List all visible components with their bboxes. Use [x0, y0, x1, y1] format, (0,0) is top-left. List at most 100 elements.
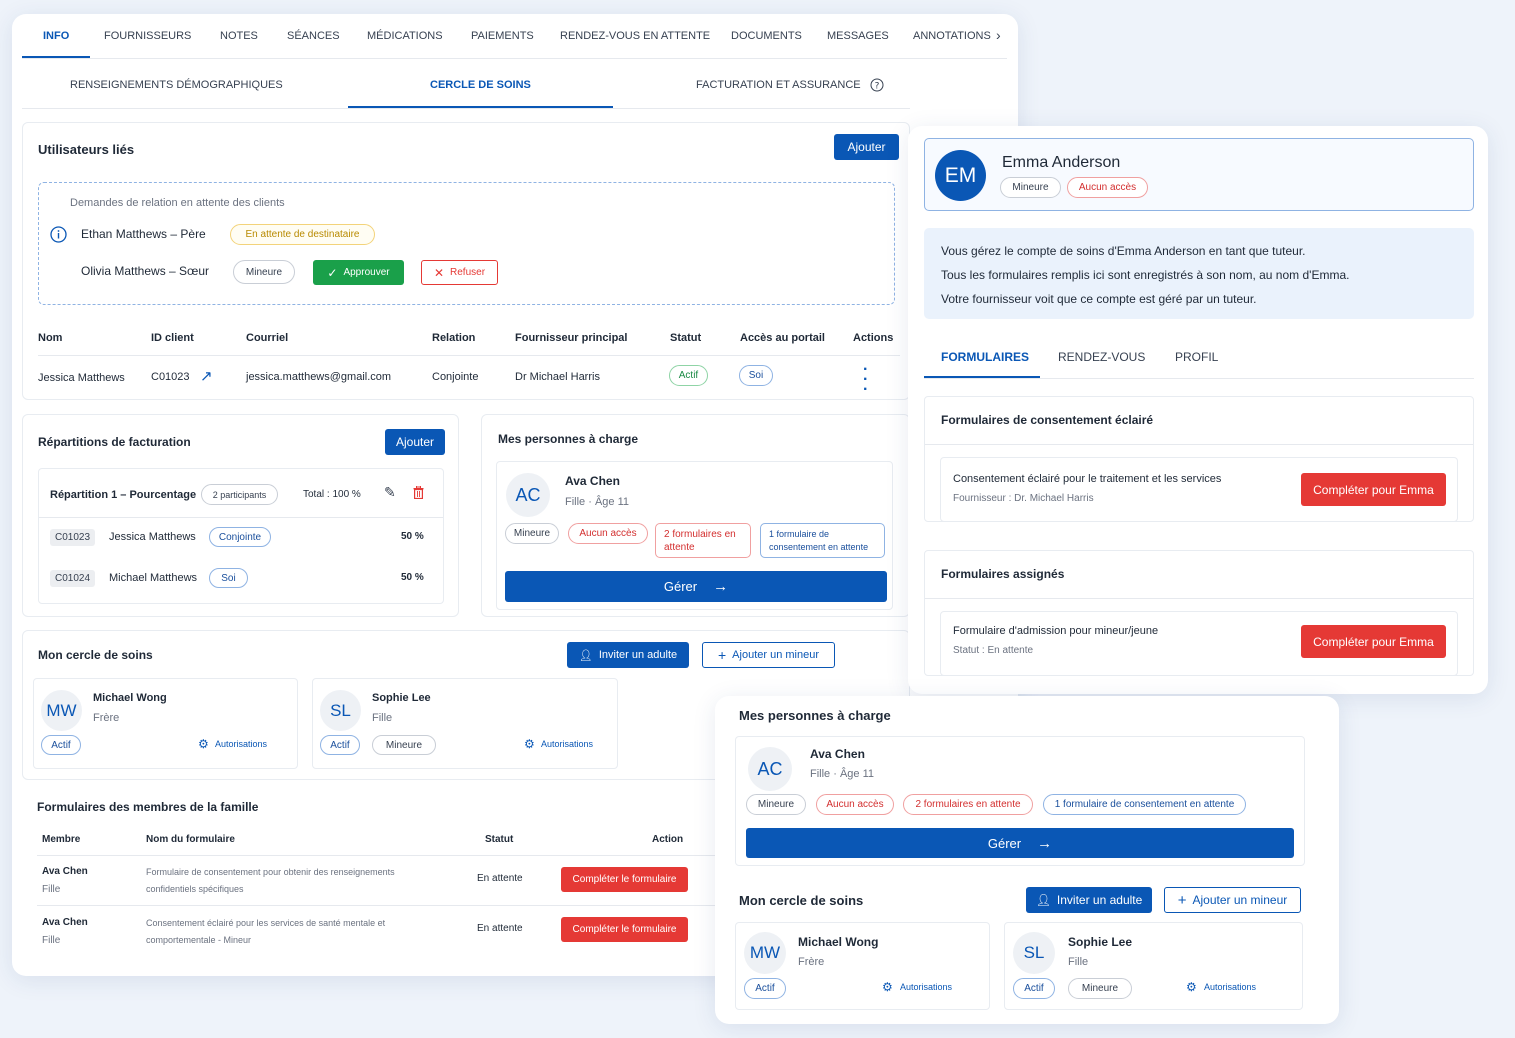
manage-button[interactable]: Gérer → — [746, 828, 1294, 858]
invite-adult-button[interactable]: 👤︎ Inviter un adulte — [1026, 887, 1152, 913]
approve-label: Approuver — [343, 267, 390, 278]
svg-text:?: ? — [875, 82, 880, 92]
section-title: Répartitions de facturation — [38, 435, 191, 449]
pending-requests-box: Demandes de relation en attente des clie… — [38, 182, 895, 305]
divider — [37, 855, 717, 856]
minor-badge: Mineure — [233, 260, 295, 284]
consent-forms-section: Formulaires de consentement éclairé Cons… — [924, 396, 1474, 522]
permissions-link[interactable]: Autorisations — [215, 739, 267, 749]
invite-adult-button[interactable]: 👤︎ Inviter un adulte — [567, 642, 689, 668]
split-title: Répartition 1 – Pourcentage — [50, 489, 197, 501]
avatar: AC — [748, 747, 792, 791]
split-name: Michael Matthews — [109, 572, 198, 584]
gear-icon[interactable]: ⚙ — [882, 980, 893, 994]
divider — [39, 517, 443, 518]
complete-for-emma-button[interactable]: Compléter pour Emma — [1301, 625, 1446, 658]
assigned-forms-section: Formulaires assignés Formulaire d'admiss… — [924, 550, 1474, 676]
gear-icon[interactable]: ⚙ — [524, 737, 535, 751]
cell-name: Jessica Matthews — [38, 372, 125, 384]
form-name: Formulaire de consentement pour obtenir … — [146, 867, 395, 877]
tab-appointments[interactable]: RENDEZ-VOUS — [1058, 350, 1145, 364]
tab-profile[interactable]: PROFIL — [1175, 350, 1218, 364]
person-card: MW Michael Wong Frère Actif ⚙ Autorisati… — [33, 678, 298, 769]
no-access-badge: Aucun accès — [568, 523, 648, 544]
emma-panel: EM Emma Anderson Mineure Aucun accès Vou… — [908, 126, 1488, 694]
linked-users-card: Utilisateurs liés Ajouter Demandes de re… — [22, 122, 910, 400]
person-name: Michael Wong — [798, 935, 879, 949]
minor-badge: Mineure — [746, 794, 806, 815]
tab-annotations[interactable]: ANNOTATIONS — [913, 30, 991, 42]
cell-id: C01023 — [151, 371, 190, 383]
client-id-tag: C01023 — [50, 529, 96, 546]
reject-button[interactable]: ✕ Refuser — [421, 260, 498, 285]
form-member: Ava Chen — [42, 917, 88, 928]
complete-form-button[interactable]: Compléter le formulaire — [561, 867, 688, 892]
external-link-icon[interactable]: ↗ — [200, 367, 213, 385]
tab-paiements[interactable]: PAIEMENTS — [471, 30, 534, 42]
form-name: comportementale - Mineur — [146, 935, 252, 945]
permissions-link[interactable]: Autorisations — [541, 739, 593, 749]
pencil-icon[interactable]: ✎ — [384, 484, 396, 501]
add-billing-split-button[interactable]: Ajouter — [385, 429, 445, 455]
complete-form-button[interactable]: Compléter le formulaire — [561, 917, 688, 942]
chevron-right-icon[interactable]: › — [996, 27, 1001, 43]
section-title: Mes personnes à charge — [739, 708, 891, 723]
person-card: MW Michael Wong Frère Actif ⚙ Autorisati… — [735, 922, 990, 1010]
approve-button[interactable]: ✓ Approuver — [313, 260, 404, 285]
dependents-panel: Mes personnes à charge AC Ava Chen Fille… — [715, 696, 1339, 1024]
col-header: Actions — [853, 332, 894, 344]
tab-fournisseurs[interactable]: FOURNISSEURS — [104, 30, 191, 42]
subtab-billing[interactable]: FACTURATION ET ASSURANCE — [696, 79, 861, 91]
form-member-rel: Fille — [42, 884, 61, 895]
col-header: Accès au portail — [740, 332, 825, 344]
dependent-sub: Fille · Âge 11 — [565, 496, 629, 508]
user-plus-icon: 👤︎ — [578, 649, 593, 662]
help-icon[interactable]: ? — [870, 78, 884, 92]
minor-badge: Mineure — [1000, 177, 1061, 198]
add-linked-user-button[interactable]: Ajouter — [834, 134, 899, 160]
info-line: Vous gérez le compte de soins d'Emma And… — [941, 244, 1306, 258]
person-name: Michael Wong — [93, 692, 167, 704]
form-item: Consentement éclairé pour le traitement … — [940, 457, 1458, 522]
gear-icon[interactable]: ⚙ — [198, 737, 209, 751]
more-actions-icon[interactable]: · · · — [863, 362, 868, 398]
divider — [22, 108, 910, 109]
arrow-right-icon: → — [713, 578, 729, 595]
col-header: ID client — [151, 332, 194, 344]
tab-info[interactable]: INFO — [43, 30, 69, 42]
col-header: Action — [652, 834, 684, 845]
subtab-care-circle[interactable]: CERCLE DE SOINS — [430, 79, 531, 91]
person-card: SL Sophie Lee Fille Actif Mineure ⚙ Auto… — [1004, 922, 1303, 1010]
tab-messages[interactable]: MESSAGES — [827, 30, 889, 42]
tab-notes[interactable]: NOTES — [220, 30, 258, 42]
reject-label: Refuser — [450, 267, 486, 278]
form-status: Statut : En attente — [953, 645, 1034, 656]
add-minor-button[interactable]: + Ajouter un mineur — [702, 642, 835, 668]
tab-rendez-vous-en-attente[interactable]: RENDEZ-VOUS EN ATTENTE — [560, 30, 710, 42]
form-item: Formulaire d'admission pour mineur/jeune… — [940, 611, 1458, 676]
arrow-right-icon: → — [1037, 834, 1053, 852]
portal-badge: Soi — [739, 365, 773, 386]
person-relation: Fille — [1068, 956, 1089, 968]
dependent-sub: Fille · Âge 11 — [810, 768, 874, 780]
tab-documents[interactable]: DOCUMENTS — [731, 30, 802, 42]
subtab-demographics[interactable]: RENSEIGNEMENTS DÉMOGRAPHIQUES — [70, 79, 283, 91]
tab-seances[interactable]: SÉANCES — [287, 30, 340, 42]
complete-for-emma-button[interactable]: Compléter pour Emma — [1301, 473, 1446, 506]
profile-name: Emma Anderson — [1002, 154, 1121, 171]
add-minor-button[interactable]: + Ajouter un mineur — [1164, 887, 1301, 913]
divider — [925, 444, 1473, 445]
tab-medications[interactable]: MÉDICATIONS — [367, 30, 443, 42]
trash-icon[interactable] — [413, 486, 424, 499]
pending-name: Olivia Matthews – Sœur — [81, 264, 210, 278]
permissions-link[interactable]: Autorisations — [900, 982, 952, 992]
pending-status-badge: En attente de destinataire — [230, 224, 375, 245]
gear-icon[interactable]: ⚙ — [1186, 980, 1197, 994]
split-pct: 50 % — [401, 531, 424, 542]
manage-button[interactable]: Gérer → — [505, 571, 887, 602]
col-header: Relation — [432, 332, 476, 344]
tab-forms[interactable]: FORMULAIRES — [941, 350, 1029, 364]
dependents-card: Mes personnes à charge AC Ava Chen Fille… — [481, 414, 910, 617]
billing-splits-card: Répartitions de facturation Ajouter Répa… — [22, 414, 459, 617]
permissions-link[interactable]: Autorisations — [1204, 982, 1256, 992]
